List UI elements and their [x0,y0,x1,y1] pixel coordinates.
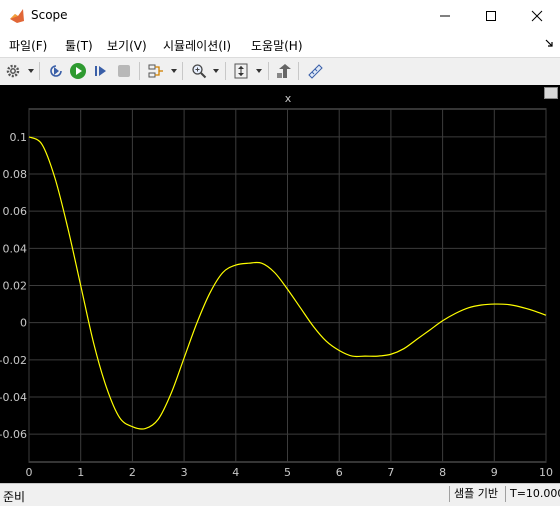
toolbar-separator [182,62,183,80]
minimize-button[interactable] [422,0,468,31]
y-tick-label: -0.02 [0,354,27,367]
grid-lines [28,108,547,463]
zoom-icon [192,64,207,79]
close-icon [531,10,543,21]
x-tick-label: 4 [232,466,239,479]
settings-dropdown-icon[interactable] [28,69,34,73]
signal-select-icon [148,64,163,78]
measure-icon [308,64,323,79]
y-tick-label: -0.04 [0,391,27,404]
maximize-icon [486,10,496,21]
maximize-button[interactable] [468,0,514,31]
x-tick-label: 8 [439,466,446,479]
menu-simulation[interactable]: 시뮬레이션(I) [163,37,231,54]
x-tick-labels: 0 1 2 3 4 5 6 7 8 9 10 [26,466,554,479]
x-tick-label: 10 [539,466,553,479]
y-tick-label: -0.06 [0,428,27,441]
stop-button[interactable] [114,61,134,81]
measurements-button[interactable] [305,61,325,81]
autoscale-icon [234,63,248,79]
autoscale-dropdown-icon[interactable] [256,69,262,73]
step-back-button[interactable] [46,61,66,81]
toolbar-separator [298,62,299,80]
x-tick-label: 6 [336,466,343,479]
highlight-block-button[interactable] [274,61,294,81]
zoom-dropdown-icon[interactable] [213,69,219,73]
dock-arrow-icon[interactable] [544,36,554,50]
simulation-time: T=10.000 [505,486,560,502]
highlight-icon [277,64,291,78]
settings-button[interactable] [3,61,23,81]
menu-help[interactable]: 도움말(H) [251,37,303,54]
toolbar-separator [268,62,269,80]
status-ready: 준비 [3,490,26,504]
zoom-button[interactable] [189,61,209,81]
y-tick-label: 0.1 [10,131,28,144]
toolbar-separator [39,62,40,80]
scope-plot[interactable]: x 0.1 0.08 0.06 0.04 0.02 0 -0.02 -0.04 -0.06 0 1… [0,85,560,483]
axes-title: x [285,92,292,105]
status-bar: 준비 샘플 기반 T=10.000 [0,483,560,506]
run-icon [70,63,86,79]
run-button[interactable] [68,61,88,81]
step-forward-icon [95,66,106,76]
minimize-icon [440,15,450,16]
menu-bar: 파일(F) 툴(T) 보기(V) 시뮬레이션(I) 도움말(H) [0,31,560,57]
toolbar [0,57,560,86]
signal-dropdown-icon[interactable] [171,69,177,73]
y-tick-label: 0.04 [3,242,28,255]
scope-display: x 0.1 0.08 0.06 0.04 0.02 0 -0.02 -0.04 -0.06 0 1… [0,85,560,483]
y-tick-labels: 0.1 0.08 0.06 0.04 0.02 0 -0.02 -0.04 -0.06 [0,131,27,441]
x-tick-label: 5 [284,466,291,479]
x-tick-label: 3 [181,466,188,479]
toolbar-separator [139,62,140,80]
y-tick-label: 0.08 [3,168,28,181]
matlab-logo-icon [10,9,24,23]
title-bar: Scope [0,0,560,31]
x-tick-label: 2 [129,466,136,479]
window-title: Scope [31,8,68,22]
gear-icon [6,64,20,78]
x-tick-label: 0 [26,466,33,479]
x-tick-label: 7 [387,466,394,479]
toolbar-separator [225,62,226,80]
y-tick-label: 0 [20,317,27,330]
menu-view[interactable]: 보기(V) [107,37,147,54]
y-tick-label: 0.06 [3,205,28,218]
signal-select-button[interactable] [146,61,166,81]
menu-file[interactable]: 파일(F) [9,37,47,54]
step-back-icon [50,65,62,77]
menu-tools[interactable]: 툴(T) [65,37,93,54]
close-button[interactable] [514,0,560,31]
stop-icon [118,65,130,77]
sampling-mode: 샘플 기반 [449,486,498,502]
autoscale-button[interactable] [231,61,251,81]
x-tick-label: 1 [77,466,84,479]
step-forward-button[interactable] [91,61,111,81]
x-tick-label: 9 [491,466,498,479]
y-tick-label: 0.02 [3,280,28,293]
